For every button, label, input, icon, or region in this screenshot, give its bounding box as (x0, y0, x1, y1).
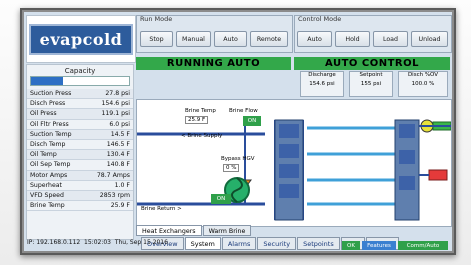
reading-row: Superheat 1.0 F (27, 181, 133, 191)
exchanger-plate (399, 176, 415, 190)
run-remote-button[interactable]: Remote (250, 31, 288, 47)
tab-security[interactable]: Security (257, 237, 297, 250)
reading-label: Oil Sep Temp (30, 161, 71, 169)
reading-row: Oil Sep Temp 140.8 F (27, 160, 133, 171)
control-mode-label: Control Mode (298, 15, 342, 23)
reading-row: Brine Temp 25.9 F (27, 201, 133, 212)
clock-date: Thu, Sep 15 2016 (114, 239, 168, 246)
discharge-readout: Discharge 154.6 psi (300, 71, 344, 97)
status-text: IP: 192.168.0.112 15:02:03 Thu, Sep 15 2… (27, 239, 168, 246)
reading-row: Oil Fltr Press 6.0 psi (27, 120, 133, 130)
reading-label: Oil Temp (30, 151, 57, 159)
capacity-bar: 33% (30, 76, 130, 86)
capacity-value: 33% (73, 78, 87, 84)
disch-ov-label: Disch %OV (407, 72, 439, 78)
reading-row: Suction Temp 14.5 F (27, 129, 133, 140)
exchanger-plate (279, 164, 299, 178)
pump-state: ON (211, 194, 231, 204)
reading-value: 146.5 F (106, 140, 130, 148)
exchanger-plate (399, 150, 415, 164)
reading-value: 25.9 F (110, 202, 130, 210)
reading-row: Disch Temp 146.5 F (27, 140, 133, 151)
reading-value: 140.8 F (106, 161, 130, 169)
run-manual-button[interactable]: Manual (176, 31, 211, 47)
readings-panel: Capacity 33% Suction Press 27.8 psi Disch … (26, 64, 134, 240)
control-load-button[interactable]: Load (373, 31, 408, 47)
reading-row: Motor Amps 78.7 Amps (27, 170, 133, 181)
brine-in-value: 25.9 F (185, 116, 209, 124)
brine-flow-state: ON (243, 116, 261, 126)
reading-value: 27.8 psi (105, 90, 130, 97)
reading-label: Superheat (30, 181, 62, 189)
reading-label: Motor Amps (30, 171, 68, 179)
readings-list: Suction Press 27.8 psi Disch Press 154.6 ps… (27, 89, 133, 212)
reading-value: 154.6 psi (101, 100, 130, 108)
setpoint-readout[interactable]: Setpoint 155 psi (349, 71, 393, 97)
run-auto-button[interactable]: Auto (214, 31, 247, 47)
discharge-value: 154.6 psi (309, 81, 335, 87)
exchanger-plate (399, 124, 415, 138)
bypass-value: 0 % (223, 164, 240, 172)
ip-address: IP: 192.168.0.112 (27, 239, 81, 246)
reading-label: Suction Temp (30, 130, 72, 138)
reading-value: 6.0 psi (109, 120, 130, 128)
brine-return-label: Brine Return > (141, 206, 182, 212)
reading-label: VFD Speed (30, 191, 64, 199)
reading-row: Oil Press 119.1 psi (27, 109, 133, 120)
reading-row: VFD Speed 2853 rpm (27, 190, 133, 202)
process-diagram: Brine Temp 25.9 F Brine Flow ON < Brine … (136, 99, 452, 227)
run-mode-label: Run Mode (140, 15, 173, 23)
run-status-banner: RUNNING AUTO (136, 57, 291, 70)
control-status-banner: AUTO CONTROL (294, 57, 450, 70)
subtab-bar: Heat Exchangers Warm Brine (136, 225, 252, 236)
setpoint-label: Setpoint (359, 72, 383, 78)
reading-value: 119.1 psi (101, 110, 130, 118)
control-auto-button[interactable]: Auto (297, 31, 332, 47)
exchanger-plate (279, 184, 299, 198)
exchanger-plate (279, 144, 299, 158)
reading-value: 2853 rpm (99, 191, 130, 199)
clock-time: 15:02:03 (84, 239, 111, 246)
bypass-label: Bypass HGV (221, 156, 255, 162)
reading-row: Suction Press 27.8 psi (27, 89, 133, 100)
status-ok-indicator: OK (342, 241, 360, 250)
logo-text: evapcold (28, 23, 134, 55)
control-unload-button[interactable]: Unload (411, 31, 448, 47)
reading-label: Disch Press (30, 100, 66, 108)
brine-flow-label: Brine Flow (229, 108, 258, 114)
reading-label: Oil Fltr Press (30, 120, 69, 128)
hmi-screen: evapcold Capacity 33% Suction Press 27.8 … (20, 8, 456, 255)
reading-label: Suction Press (30, 90, 72, 97)
brine-supply-label: < Brine Supply (181, 133, 223, 139)
setpoint-value: 155 psi (360, 81, 382, 87)
reading-row: Disch Press 154.6 psi (27, 99, 133, 110)
capacity-title: Capacity (64, 67, 96, 75)
tab-system[interactable]: System (184, 237, 221, 250)
tab-setpoints[interactable]: Setpoints (297, 237, 340, 250)
comm-indicator: Comm/Auto (398, 241, 448, 250)
alarm-valve (428, 169, 448, 181)
reading-value: 14.5 F (110, 130, 130, 138)
reading-label: Disch Temp (30, 140, 66, 148)
reading-label: Oil Press (30, 110, 57, 118)
reading-row: Oil Temp 130.4 F (27, 150, 133, 161)
reading-label: Brine Temp (30, 202, 65, 210)
run-stop-button[interactable]: Stop (140, 31, 173, 47)
brine-in-label: Brine Temp (185, 108, 216, 114)
brand-logo: evapcold (26, 15, 136, 63)
discharge-label: Discharge (308, 72, 336, 78)
hmi-content: evapcold Capacity 33% Suction Press 27.8 … (24, 12, 452, 251)
reading-value: 130.4 F (106, 151, 130, 159)
reading-value: 1.0 F (114, 181, 130, 189)
subtab-heat-exchangers[interactable]: Heat Exchangers (136, 225, 202, 236)
exchanger-plate (279, 124, 299, 138)
reading-value: 78.7 Amps (96, 171, 130, 179)
features-indicator[interactable]: Features (362, 241, 396, 250)
tab-alarms[interactable]: Alarms (221, 237, 257, 250)
control-hold-button[interactable]: Hold (335, 31, 370, 47)
subtab-warm-brine[interactable]: Warm Brine (202, 225, 252, 236)
disch-ov-value: 100.0 % (411, 81, 435, 87)
disch-ov-readout: Disch %OV 100.0 % (398, 71, 448, 97)
